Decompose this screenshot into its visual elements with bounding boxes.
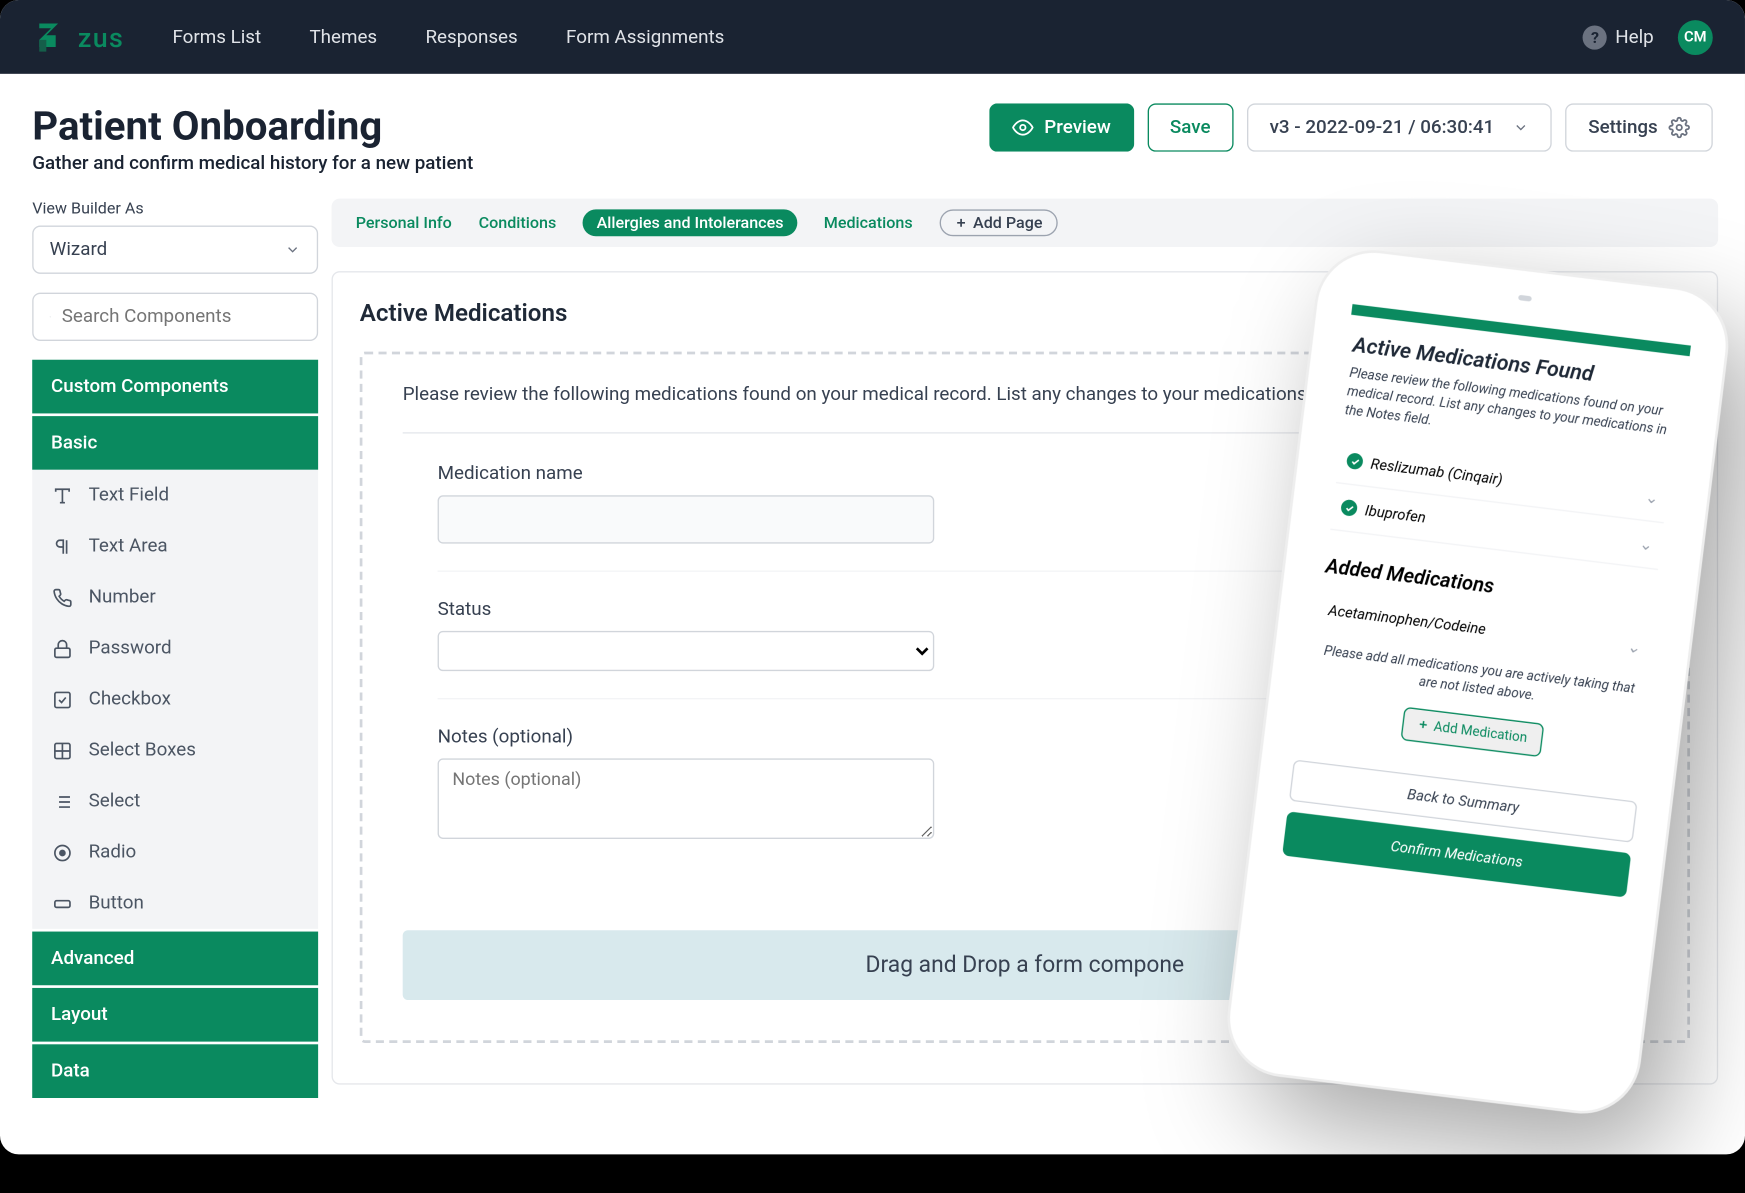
view-builder-as-label: View Builder As: [32, 199, 318, 218]
grid-icon: [51, 740, 72, 761]
search-icon: [50, 307, 51, 326]
component-checkbox[interactable]: Checkbox: [32, 674, 318, 725]
top-navbar: zus Forms List Themes Responses Form Ass…: [0, 0, 1745, 74]
nav-links: Forms List Themes Responses Form Assignm…: [172, 26, 1583, 47]
medication-name-input[interactable]: [438, 495, 935, 543]
help-link[interactable]: ? Help: [1583, 25, 1654, 49]
builder-sidebar: View Builder As Wizard Custom Components…: [32, 199, 318, 1098]
gear-icon: [1668, 117, 1689, 138]
plus-icon: [954, 216, 967, 229]
version-label: v3 - 2022-09-21 / 06:30:41: [1270, 117, 1495, 138]
phone-speaker-icon: [1518, 295, 1532, 302]
nav-form-assignments[interactable]: Form Assignments: [566, 26, 724, 47]
eye-icon: [1012, 117, 1033, 138]
brand-logo: zus: [32, 18, 124, 56]
component-text-field[interactable]: Text Field: [32, 470, 318, 521]
chevron-down-icon: ⌄: [1626, 637, 1642, 657]
plus-icon: [1416, 718, 1429, 731]
group-layout[interactable]: Layout: [32, 988, 318, 1042]
tab-medications[interactable]: Medications: [824, 209, 913, 236]
preview-button[interactable]: Preview: [989, 103, 1133, 151]
component-button[interactable]: Button: [32, 878, 318, 929]
nav-themes[interactable]: Themes: [309, 26, 377, 47]
search-input[interactable]: [62, 306, 301, 327]
check-icon: [1340, 499, 1358, 517]
tab-conditions[interactable]: Conditions: [479, 209, 557, 236]
checkbox-icon: [51, 689, 72, 710]
component-text-area[interactable]: Text Area: [32, 521, 318, 572]
phone-icon: [51, 587, 72, 608]
group-basic[interactable]: Basic: [32, 416, 318, 470]
page-subtitle: Gather and confirm medical history for a…: [32, 153, 473, 174]
version-dropdown[interactable]: v3 - 2022-09-21 / 06:30:41: [1247, 103, 1552, 151]
save-label: Save: [1170, 117, 1211, 138]
logo-icon: [32, 18, 70, 56]
user-avatar[interactable]: CM: [1678, 19, 1713, 54]
lock-icon: [51, 638, 72, 659]
preview-label: Preview: [1044, 117, 1111, 138]
button-icon: [51, 893, 72, 914]
settings-button[interactable]: Settings: [1565, 103, 1712, 151]
group-advanced[interactable]: Advanced: [32, 932, 318, 986]
radio-icon: [51, 842, 72, 863]
notes-textarea[interactable]: [438, 758, 935, 839]
component-select[interactable]: Select: [32, 776, 318, 827]
component-number[interactable]: Number: [32, 572, 318, 623]
chevron-down-icon: [1513, 119, 1529, 135]
text-icon: [51, 485, 72, 506]
help-icon: ?: [1583, 25, 1607, 49]
phone-add-medication-button[interactable]: Add Medication: [1400, 707, 1544, 757]
search-components[interactable]: [32, 293, 318, 341]
status-select[interactable]: [438, 631, 935, 671]
page-title: Patient Onboarding: [32, 103, 473, 150]
view-builder-as-value: Wizard: [50, 239, 108, 260]
help-label: Help: [1615, 26, 1654, 47]
brand-name: zus: [78, 21, 124, 53]
group-custom-components[interactable]: Custom Components: [32, 360, 318, 414]
save-button[interactable]: Save: [1147, 103, 1233, 151]
view-builder-as-select[interactable]: Wizard: [32, 226, 318, 274]
chevron-down-icon: [285, 242, 301, 258]
check-icon: [1346, 452, 1364, 470]
tab-allergies[interactable]: Allergies and Intolerances: [583, 209, 797, 236]
paragraph-icon: [51, 536, 72, 557]
chevron-down-icon: ⌄: [1638, 534, 1654, 554]
component-password[interactable]: Password: [32, 623, 318, 674]
basic-components-list: Text Field Text Area Number Password Che…: [32, 470, 318, 929]
drop-zone-text: Drag and Drop a form compone: [866, 952, 1185, 979]
settings-label: Settings: [1588, 117, 1658, 138]
chevron-down-icon: ⌄: [1644, 488, 1660, 508]
page-tabs: Personal Info Conditions Allergies and I…: [332, 199, 1719, 247]
list-icon: [51, 791, 72, 812]
add-page-button[interactable]: Add Page: [939, 209, 1057, 236]
nav-forms-list[interactable]: Forms List: [172, 26, 261, 47]
tab-personal-info[interactable]: Personal Info: [356, 209, 452, 236]
component-radio[interactable]: Radio: [32, 827, 318, 878]
nav-responses[interactable]: Responses: [425, 26, 517, 47]
component-select-boxes[interactable]: Select Boxes: [32, 725, 318, 776]
group-data[interactable]: Data: [32, 1044, 318, 1098]
